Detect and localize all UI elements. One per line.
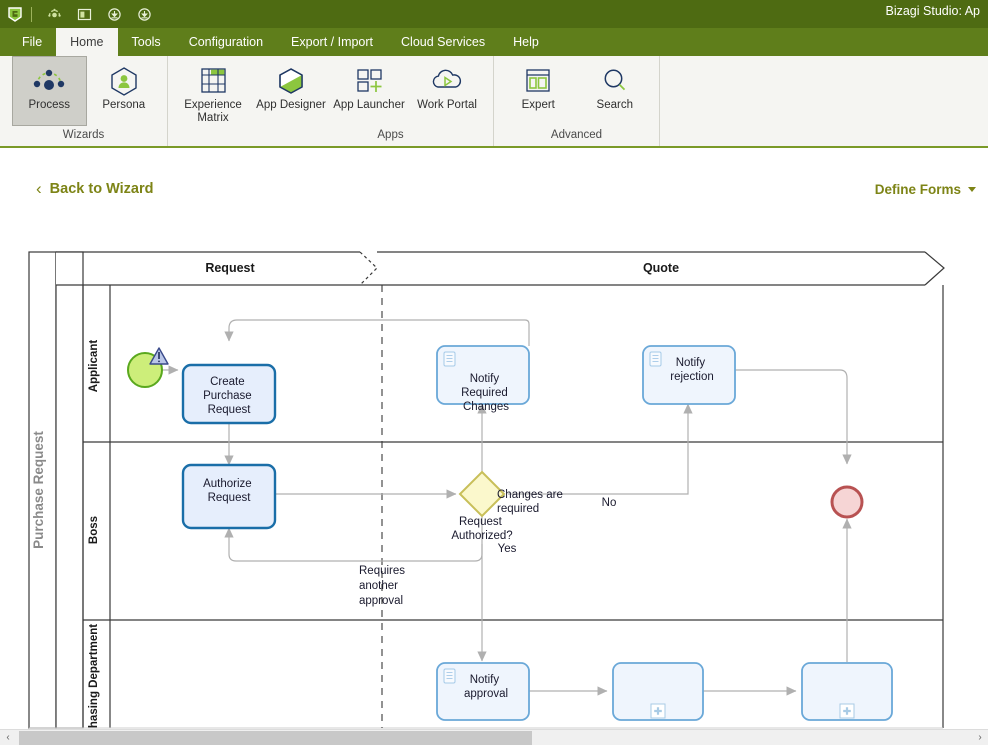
ribbon-button-app-designer-label: App Designer	[256, 99, 326, 111]
flow-label-no: No	[602, 497, 617, 509]
ribbon-button-app-launcher-label: App Launcher	[333, 99, 405, 111]
ribbon-button-experience-matrix[interactable]: Experience Matrix	[174, 56, 252, 126]
bpmn-diagram[interactable]: Purchase Request Request Quote Applicant	[0, 224, 988, 729]
chevron-down-icon	[968, 187, 976, 192]
cloud-play-icon	[427, 63, 467, 99]
flow-notify-changes-to-create	[224, 319, 530, 346]
menu-tab-tools[interactable]: Tools	[118, 28, 175, 56]
chevron-left-icon: ‹	[36, 179, 42, 198]
window-panel-icon[interactable]	[69, 1, 99, 27]
flow-gateway-no-to-notify-rejection	[508, 403, 693, 495]
quick-download-icon[interactable]	[99, 1, 129, 27]
task-subprocess-2[interactable]	[801, 662, 893, 721]
back-to-wizard-label: Back to Wizard	[49, 180, 154, 197]
process-nodes-icon	[29, 63, 69, 99]
ribbon-group-advanced-label: Advanced	[550, 129, 603, 141]
user-task-marker-icon	[443, 668, 456, 684]
quick-access-separator	[31, 6, 32, 22]
ribbon-button-app-designer[interactable]: App Designer	[252, 56, 330, 126]
matrix-grid-icon	[196, 63, 230, 99]
menu-tab-configuration[interactable]: Configuration	[175, 28, 277, 56]
quick-refresh-icon[interactable]	[39, 1, 69, 27]
define-forms-button[interactable]: Define Forms	[875, 182, 976, 197]
ribbon-button-persona[interactable]: Persona	[87, 56, 162, 126]
user-task-marker-icon	[443, 351, 456, 367]
ribbon-group-apps: Experience Matrix App Designer App Launc…	[168, 56, 494, 146]
ribbon-group-wizards: Process Persona Wizards	[0, 56, 168, 146]
phase-label-request: Request	[205, 261, 255, 275]
task-notify-rejection[interactable]: Notify rejection	[642, 345, 736, 405]
pool-label: Purchase Request	[31, 431, 46, 549]
phase-label-quote: Quote	[643, 261, 679, 275]
menu-tab-file[interactable]: File	[8, 28, 56, 56]
task-notify-required-changes[interactable]: Notify Required Changes	[436, 345, 530, 413]
define-forms-label: Define Forms	[874, 182, 961, 197]
quick-publish-icon[interactable]	[129, 1, 159, 27]
back-to-wizard-button[interactable]: ‹ Back to Wizard	[36, 180, 153, 197]
persona-hexagon-icon	[107, 63, 141, 99]
chevron-left-icon[interactable]: ‹	[0, 730, 16, 745]
ribbon-button-expert[interactable]: Expert	[500, 56, 577, 126]
end-event[interactable]	[830, 485, 864, 519]
menu-tab-home[interactable]: Home	[56, 28, 118, 56]
lane-label-purchasing-department: hasing Department	[88, 624, 100, 728]
task-notify-approval[interactable]: Notify approval	[436, 662, 530, 721]
ribbon-group-apps-label: Apps	[377, 129, 404, 141]
ribbon-button-work-portal-label: Work Portal	[417, 99, 477, 111]
flow-notify-rejection-to-end	[735, 369, 852, 465]
task-subprocess-1[interactable]	[612, 662, 704, 721]
lane-label-applicant: Applicant	[88, 340, 100, 393]
subprocess-plus-marker-icon	[650, 703, 666, 719]
hexagon-designer-icon	[274, 63, 308, 99]
scrollbar-thumb[interactable]	[19, 730, 532, 745]
ribbon-group-advanced: Expert Search Advanced	[494, 56, 660, 146]
chevron-right-icon[interactable]: ›	[972, 730, 988, 745]
menu-tab-help[interactable]: Help	[499, 28, 553, 56]
scrollbar-track[interactable]	[16, 729, 972, 745]
app-launcher-plus-icon	[351, 63, 387, 99]
app-title: Bizagi Studio: Ap	[885, 4, 980, 18]
ribbon-group-wizards-label: Wizards	[62, 129, 105, 141]
task-authorize-request[interactable]: Authorize Request	[181, 463, 277, 530]
user-task-marker-icon	[649, 351, 662, 367]
subprocess-plus-marker-icon	[839, 703, 855, 719]
menu-tab-export-import[interactable]: Export / Import	[277, 28, 387, 56]
title-bar: Bizagi Studio: Ap	[0, 0, 988, 28]
ribbon-button-work-portal[interactable]: Work Portal	[408, 56, 486, 126]
flow-label-requires-another-approval: Requires another approval	[359, 565, 408, 607]
ribbon-button-process[interactable]: Process	[12, 56, 87, 126]
flow-label-changes-required: Changes are required	[497, 489, 566, 515]
ribbon-button-experience-matrix-label: Experience Matrix	[184, 99, 242, 124]
expert-panels-icon	[521, 63, 555, 99]
flow-label-yes: Yes	[498, 543, 517, 555]
bizagi-logo-icon[interactable]	[2, 1, 28, 27]
ribbon-button-search[interactable]: Search	[577, 56, 654, 126]
flow-requires-another-approval	[224, 527, 483, 562]
ribbon-button-app-launcher[interactable]: App Launcher	[330, 56, 408, 126]
task-create-purchase-request[interactable]: Create Purchase Request	[181, 363, 277, 425]
lane-label-boss: Boss	[88, 516, 100, 544]
bizagi-studio-window: Bizagi Studio: Ap File Home Tools Config…	[0, 0, 988, 745]
search-magnifier-icon	[598, 63, 632, 99]
ribbon-button-persona-label: Persona	[102, 99, 146, 111]
horizontal-scrollbar[interactable]: ‹ ›	[0, 729, 988, 745]
ribbon-button-search-label: Search	[596, 99, 633, 111]
task-create-purchase-request-label: Create Purchase Request	[203, 376, 255, 416]
menu-bar: File Home Tools Configuration Export / I…	[0, 28, 988, 56]
ribbon-toolbar: Process Persona Wizards Experience Matri…	[0, 56, 988, 148]
process-diagram-canvas[interactable]: Purchase Request Request Quote Applicant	[0, 224, 988, 729]
menu-tab-cloud-services[interactable]: Cloud Services	[387, 28, 499, 56]
